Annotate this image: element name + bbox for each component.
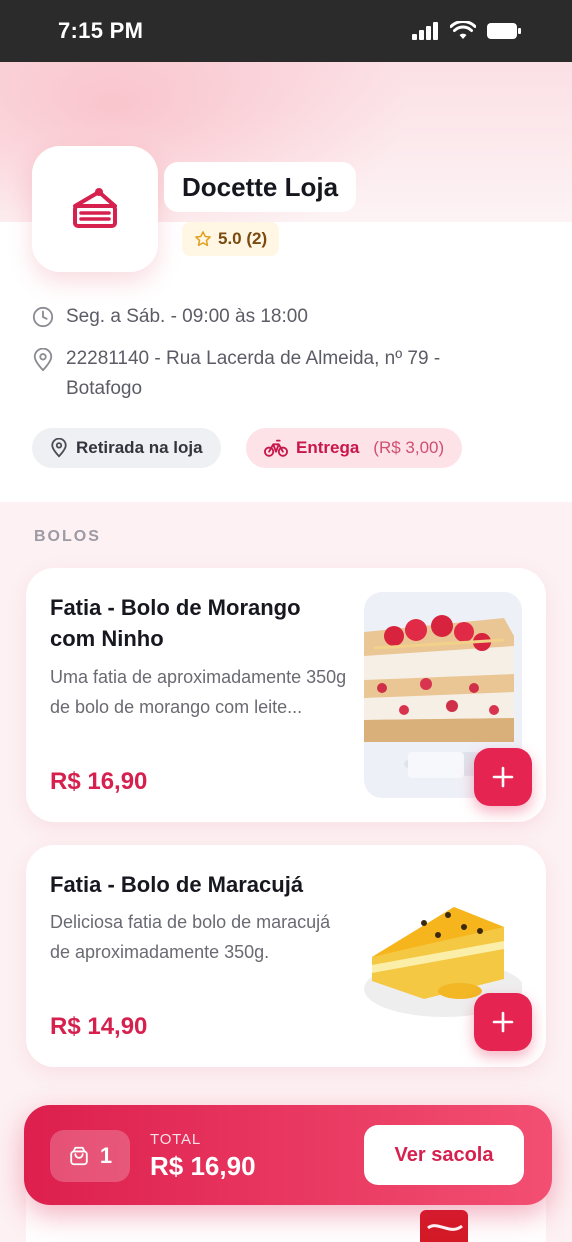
product-price: R$ 14,90 <box>50 1013 148 1040</box>
store-name: Docette Loja <box>164 162 357 212</box>
delivery-label: Entrega <box>296 438 360 457</box>
view-bag-button[interactable]: Ver sacola <box>364 1125 524 1185</box>
address-line-2: Botafogo <box>66 378 143 399</box>
product-description: Deliciosa fatia de bolo de maracujá de a… <box>50 912 331 962</box>
cart-count: 1 <box>99 1143 113 1168</box>
store-hours-text: Seg. a Sáb. - 09:00 às 18:00 <box>66 306 308 327</box>
product-card[interactable]: Fatia - Bolo de Morango com Ninho Uma fa… <box>26 568 546 822</box>
plus-icon <box>492 766 514 788</box>
add-to-cart-button[interactable] <box>474 993 532 1051</box>
rating-value: 5.0 (2) <box>218 229 268 248</box>
store-hours: Seg. a Sáb. - 09:00 às 18:00 <box>32 302 308 332</box>
plus-icon <box>492 1011 514 1033</box>
signal-icon <box>412 22 438 40</box>
store-rating-badge: 5.0 (2) <box>182 222 280 256</box>
pickup-label: Retirada na loja <box>76 438 203 457</box>
clock-icon <box>32 306 54 328</box>
status-bar: 7:15 PM <box>0 0 572 62</box>
cake-slice-icon <box>73 188 117 228</box>
status-time: 7:15 PM <box>58 18 144 43</box>
star-icon <box>195 231 211 247</box>
product-card[interactable]: Fatia - Bolo de Maracujá Deliciosa fatia… <box>26 845 546 1067</box>
cart-count-badge: 1 <box>50 1130 130 1182</box>
store-logo <box>32 146 158 272</box>
product-title: Fatia - Bolo de Morango com Ninho <box>50 595 301 651</box>
location-pin-icon <box>33 348 53 372</box>
cart-total-label: TOTAL <box>150 1131 201 1148</box>
soda-can-image <box>420 1210 468 1242</box>
cart-bar[interactable]: 1 TOTAL R$ 16,90 Ver sacola <box>24 1105 552 1205</box>
status-icons <box>412 21 522 41</box>
cart-total-value: R$ 16,90 <box>150 1151 256 1181</box>
pickup-option[interactable]: Retirada na loja <box>32 428 221 468</box>
address-line-1: 22281140 - Rua Lacerda de Almeida, nº 79… <box>66 348 441 369</box>
bicycle-icon <box>264 439 288 457</box>
delivery-option[interactable]: Entrega (R$ 3,00) <box>246 428 463 468</box>
shopping-bag-icon <box>70 1146 88 1166</box>
add-to-cart-button[interactable] <box>474 748 532 806</box>
product-price: R$ 16,90 <box>50 768 148 795</box>
location-pin-icon <box>51 438 67 458</box>
wifi-icon <box>450 21 476 39</box>
product-title: Fatia - Bolo de Maracujá <box>50 872 304 897</box>
delivery-fee: (R$ 3,00) <box>373 438 445 457</box>
section-title: BOLOS <box>34 528 101 545</box>
product-description: Uma fatia de aproximadamente 350g de bol… <box>50 667 347 717</box>
store-address: 22281140 - Rua Lacerda de Almeida, nº 79… <box>32 344 440 404</box>
store-address-text: 22281140 - Rua Lacerda de Almeida, nº 79… <box>66 344 440 404</box>
battery-icon <box>487 23 521 39</box>
